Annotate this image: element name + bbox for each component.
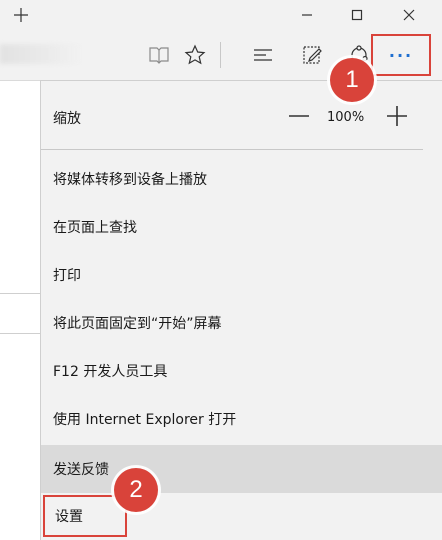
menu-item-open-with-ie[interactable]: 使用 Internet Explorer 打开 [41,395,442,443]
zoom-level: 100% [327,110,365,125]
close-icon [403,9,415,21]
page-divider [0,293,40,294]
more-actions-menu: 缩放 100% 将媒体转移到设备上播放 在页面上查找 打印 将此页面固定到“开始… [40,80,442,540]
menu-item-dev-tools[interactable]: F12 开发人员工具 [41,347,442,395]
menu-item-print[interactable]: 打印 [41,251,442,299]
menu-item-label: 使用 Internet Explorer 打开 [53,412,237,428]
minimize-icon [302,14,312,16]
menu-item-label: 将此页面固定到“开始”屏幕 [53,316,222,332]
more-actions-icon: ··· [388,45,414,65]
zoom-in-button[interactable] [383,103,411,129]
menu-item-label: 设置 [55,509,83,525]
maximize-icon [351,9,363,21]
menu-item-label: 发送反馈 [53,462,109,478]
reading-view-icon [149,47,169,64]
minimize-button[interactable] [284,0,330,30]
new-tab-button[interactable] [6,0,36,30]
close-button[interactable] [386,0,432,30]
minus-icon [289,115,309,117]
favorites-star-icon [184,44,206,65]
web-note-icon [303,46,322,64]
favorites-button[interactable] [181,42,209,68]
menu-item-find-on-page[interactable]: 在页面上查找 [41,203,442,251]
zoom-row: 缩放 100% [41,81,442,149]
menu-divider [41,149,423,150]
reading-view-button[interactable] [145,42,173,68]
menu-item-label: F12 开发人员工具 [53,364,168,380]
plus-icon [14,8,28,22]
toolbar-divider [220,42,221,68]
hub-icon [254,49,272,61]
page-content-area [0,80,40,540]
menu-item-label: 在页面上查找 [53,220,137,236]
menu-item-settings[interactable]: 设置 [43,495,127,537]
maximize-button[interactable] [334,0,380,30]
menu-item-send-feedback[interactable]: 发送反馈 [41,445,442,493]
menu-item-label: 将媒体转移到设备上播放 [53,172,207,188]
zoom-out-button[interactable] [285,103,313,129]
menu-item-pin-to-start[interactable]: 将此页面固定到“开始”屏幕 [41,299,442,347]
web-note-button[interactable] [299,42,327,68]
more-actions-button[interactable]: ··· [371,34,431,76]
step-callout-2: 2 [114,468,158,512]
title-bar [0,0,442,30]
plus-icon [387,106,407,126]
address-bar[interactable] [0,44,82,64]
browser-toolbar: ··· [0,30,442,80]
hub-button[interactable] [249,42,277,68]
step-callout-1: 1 [330,58,374,102]
menu-item-label: 打印 [53,268,81,284]
zoom-label: 缩放 [53,111,81,127]
page-divider [0,333,40,334]
menu-item-cast-media[interactable]: 将媒体转移到设备上播放 [41,155,442,203]
